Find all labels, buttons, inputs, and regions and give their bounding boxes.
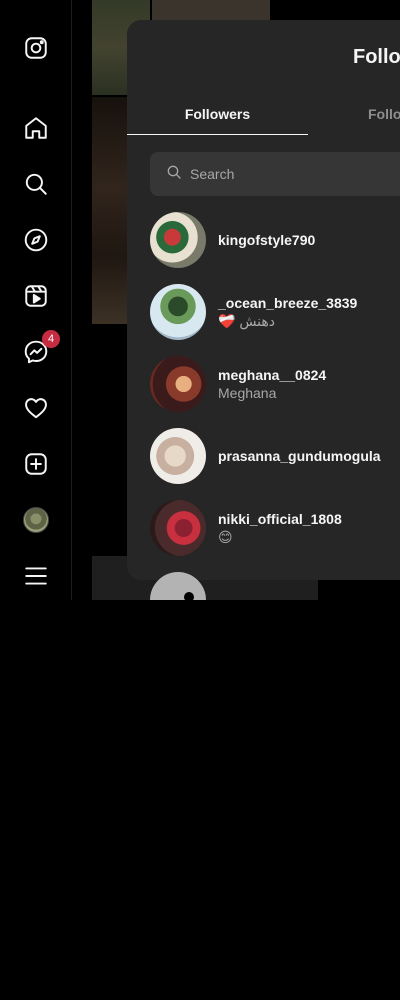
avatar[interactable] [150,428,206,484]
avatar[interactable] [150,284,206,340]
home-icon[interactable] [22,114,50,142]
search-icon [166,164,182,185]
username[interactable]: meghana__0824 [218,367,326,383]
search-input[interactable] [190,166,400,182]
profile-avatar[interactable] [22,506,50,534]
dialog-title: Follo [353,46,400,68]
create-plus-icon[interactable] [22,450,50,478]
viewport: 4 Follo Followers Follo Search kingofsty… [0,0,400,600]
avatar [23,507,49,533]
full-name: ❤️‍🩹 دهنش [218,312,276,329]
instagram-logo-icon[interactable] [22,34,50,62]
avatar[interactable] [150,212,206,268]
messages-badge: 4 [42,330,60,348]
full-name: Meghana [218,385,277,401]
username[interactable]: prasanna_gundumogula [218,448,381,464]
reels-icon[interactable] [22,282,50,310]
sidebar-nav: 4 [0,0,72,600]
username[interactable]: _ocean_breeze_3839 [218,295,357,311]
search-icon[interactable] [22,170,50,198]
username[interactable]: nikki_official_1808 [218,511,342,527]
messenger-icon[interactable]: 4 [22,330,60,366]
heart-icon[interactable] [22,394,50,422]
list-item[interactable]: _ocean_breeze_3839 ❤️‍🩹 دهنش [150,283,400,341]
explore-compass-icon[interactable] [22,226,50,254]
search-box[interactable] [150,152,400,196]
list-item[interactable]: prasanna_gundumogula [150,427,400,485]
followers-dialog: Follo Followers Follo kingofstyle790 [127,20,400,580]
full-name: 😊 [218,528,233,545]
list-item[interactable]: nikki_official_1808 😊 [150,499,400,557]
list-item[interactable]: kingofstyle790 [150,211,400,269]
list-item[interactable]: meghana__0824 Meghana [150,355,400,413]
tab-followers[interactable]: Followers [127,106,308,122]
tab-following[interactable]: Follo [368,106,400,122]
username[interactable]: kingofstyle790 [218,232,315,248]
tab-bar: Followers Follo [127,100,400,136]
menu-hamburger-icon[interactable] [22,562,50,590]
avatar[interactable] [150,356,206,412]
avatar[interactable] [150,500,206,556]
scroll-indicator-dot [184,592,194,600]
active-tab-indicator [127,134,308,135]
